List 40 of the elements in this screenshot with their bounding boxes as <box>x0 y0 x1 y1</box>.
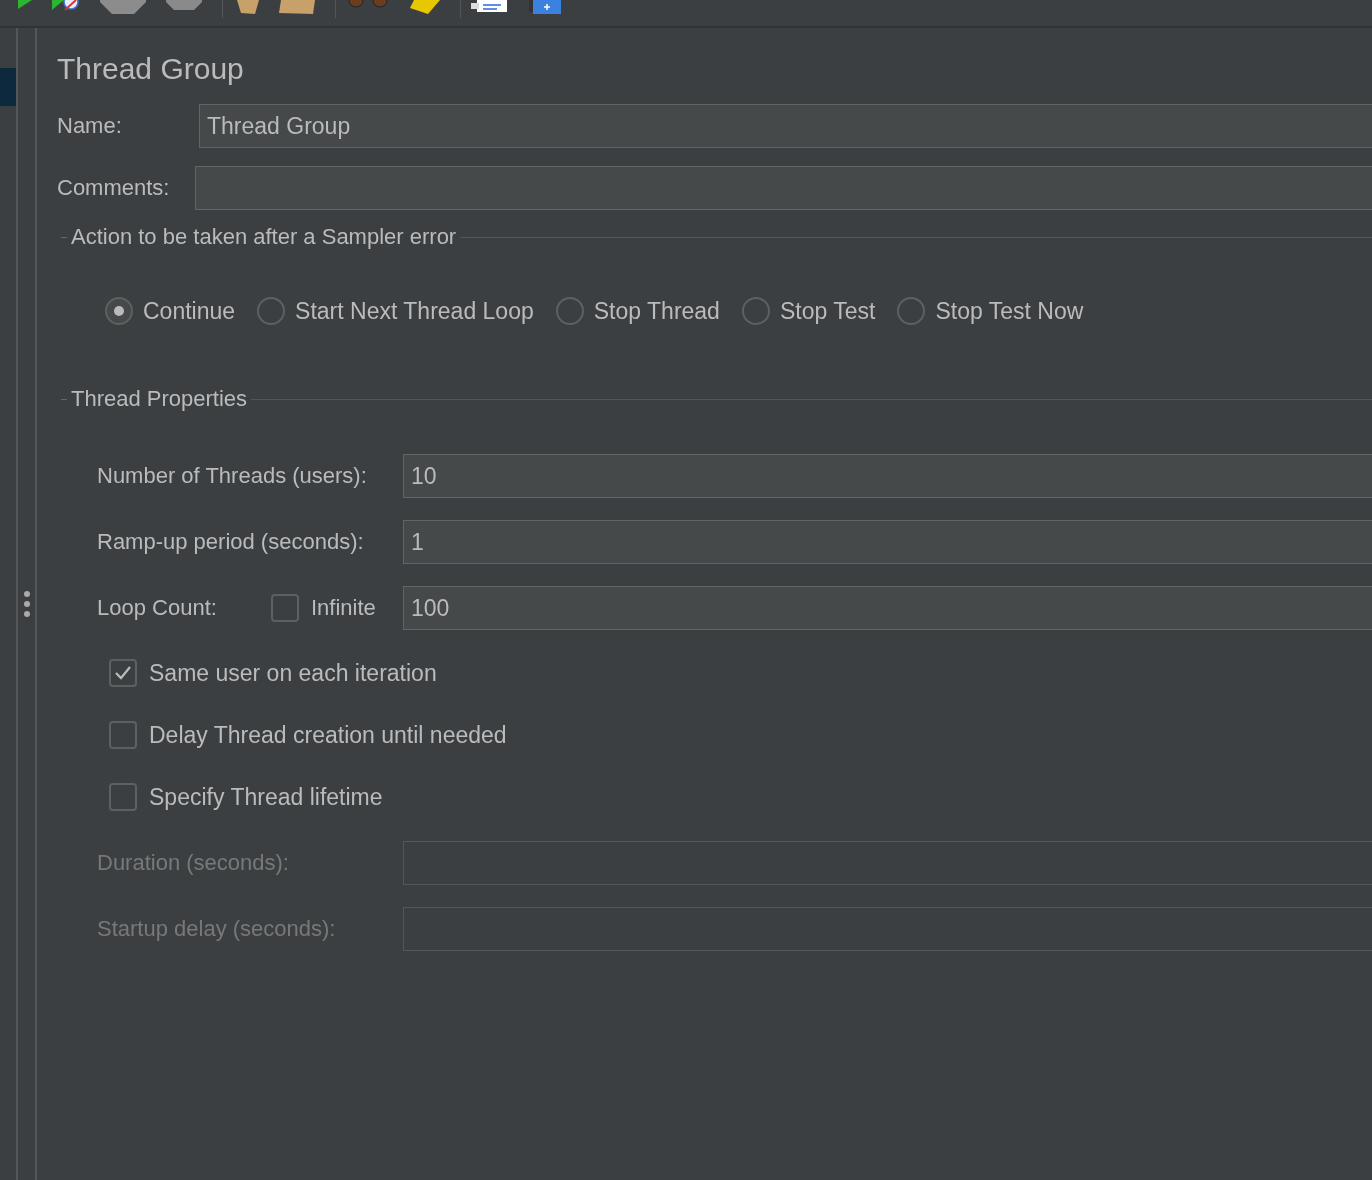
splitter-handle-icon[interactable] <box>23 591 30 617</box>
stop-icon[interactable] <box>100 0 146 14</box>
checkmark-icon <box>114 665 132 681</box>
radio-button[interactable] <box>257 297 286 325</box>
radio-label[interactable]: Continue <box>143 297 236 325</box>
input-field[interactable]: 10 <box>403 454 1372 498</box>
checkbox[interactable] <box>271 594 299 622</box>
section-legend: Action to be taken after a Sampler error <box>71 224 457 250</box>
input-field[interactable]: 100 <box>403 586 1372 630</box>
radio-label[interactable]: Stop Test <box>779 297 876 325</box>
input-field[interactable]: 1 <box>403 520 1372 564</box>
field-label: Loop Count: <box>97 595 218 621</box>
radio-button[interactable] <box>741 297 770 325</box>
help-icon[interactable] <box>529 0 561 14</box>
checkbox[interactable] <box>109 659 137 687</box>
radio-label[interactable]: Start Next Thread Loop <box>295 297 534 325</box>
field-label: Name: <box>57 113 123 139</box>
field-label: Ramp-up period (seconds): <box>97 529 365 555</box>
field-label: Duration (seconds): <box>97 850 290 876</box>
list-icon[interactable] <box>471 0 509 14</box>
play-no-timer-icon[interactable] <box>52 0 80 12</box>
field-label: Startup delay (seconds): <box>97 916 337 942</box>
input-field[interactable]: Thread Group <box>199 104 1372 148</box>
checkbox[interactable] <box>109 783 137 811</box>
radio-button[interactable] <box>897 297 926 325</box>
checkbox-label[interactable]: Specify Thread lifetime <box>149 783 383 811</box>
checkbox-label[interactable]: Delay Thread creation until needed <box>149 721 507 749</box>
field-label: Comments: <box>57 175 171 201</box>
radio-button[interactable] <box>105 297 133 325</box>
checkbox-label[interactable]: Infinite <box>299 595 403 621</box>
panel-title: Thread Group <box>57 52 245 86</box>
radio-button[interactable] <box>555 297 584 325</box>
field-label: Number of Threads (users): <box>97 463 368 489</box>
section-legend: Thread Properties <box>71 386 248 412</box>
radio-label[interactable]: Stop Thread <box>593 297 720 325</box>
checkbox-label[interactable]: Same user on each iteration <box>149 659 437 687</box>
input-field[interactable] <box>195 166 1372 210</box>
checkbox[interactable] <box>109 721 137 749</box>
play-icon[interactable] <box>18 0 32 10</box>
radio-label[interactable]: Stop Test Now <box>935 297 1084 325</box>
